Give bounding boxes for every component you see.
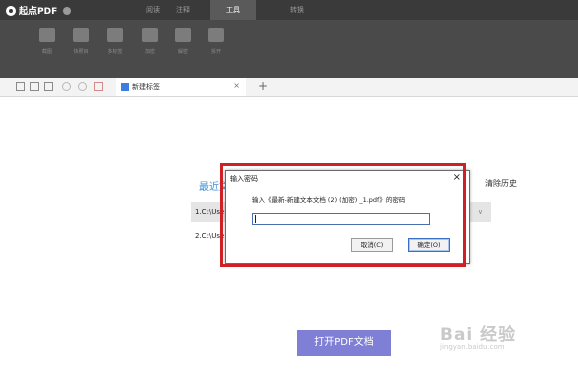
password-input[interactable] [252, 213, 430, 225]
tab-title: 新建标签 [132, 83, 160, 91]
add-tab-icon[interactable]: + [258, 79, 268, 93]
app-name: 起点PDF [19, 7, 58, 17]
undo-icon[interactable] [62, 82, 71, 91]
tool-split[interactable]: 拆开 [205, 28, 227, 55]
recent-file-path: 1.C:\Use [195, 208, 225, 216]
password-dialog: 输入密码 × 输入《最新-新建文本文档 (2) (加密) _1.pdf》的密码 … [225, 170, 470, 264]
close-tab-icon[interactable]: × [233, 81, 240, 90]
split-icon [208, 28, 224, 42]
recent-file-path: 2.C:\Use [195, 232, 225, 240]
tool-label: 截图 [41, 49, 52, 55]
watermark-url: jingyan.baidu.com [440, 343, 505, 351]
watermark: Bai 经验 jingyan.baidu.com [440, 320, 516, 351]
watermark-main: Bai 经验 [440, 325, 517, 345]
redo-icon[interactable] [78, 82, 87, 91]
chevron-down-icon[interactable]: ∨ [478, 202, 483, 222]
dialog-title: 输入密码 [230, 175, 258, 183]
text-cursor [255, 215, 256, 223]
password-prompt: 输入《最新-新建文本文档 (2) (加密) _1.pdf》的密码 [252, 196, 406, 204]
tool-snapshot[interactable]: 快照目 [70, 28, 92, 55]
title-bar: 起点PDF 阅读 注释 工具 转换 [0, 0, 578, 20]
ok-button[interactable]: 确定(O) [408, 238, 450, 252]
tool-label: 多标签 [107, 49, 123, 55]
tool-label: 加密 [144, 49, 155, 55]
tool-decrypt[interactable]: 解密 [172, 28, 194, 55]
scissors-icon [39, 28, 55, 42]
tab-convert[interactable]: 转换 [280, 0, 314, 20]
tab-tools[interactable]: 工具 [210, 0, 256, 20]
tools-toolbar: 截图 快照目 多标签 加密 解密 拆开 [0, 20, 578, 78]
save-icon[interactable] [30, 82, 39, 91]
tab-annotate[interactable]: 注释 [166, 0, 200, 20]
thumbnail-icon[interactable] [16, 82, 25, 91]
list-icon [73, 28, 89, 42]
tab-read[interactable]: 阅读 [136, 0, 170, 20]
unlock-icon [175, 28, 191, 42]
tool-screenshot[interactable]: 截图 [36, 28, 58, 55]
tool-label: 解密 [177, 49, 188, 55]
tool-label: 快照目 [73, 49, 89, 55]
clear-history-link[interactable]: 清除历史 [485, 178, 517, 189]
print-icon[interactable] [44, 82, 53, 91]
app-logo: 起点PDF [6, 4, 72, 17]
close-icon[interactable]: × [453, 172, 461, 183]
logo-icon [6, 5, 16, 16]
lock-icon [142, 28, 158, 42]
tool-encrypt[interactable]: 加密 [139, 28, 161, 55]
dropdown-icon[interactable] [94, 82, 103, 91]
open-pdf-button[interactable]: 打开PDF文档 [297, 330, 391, 356]
tool-multi-tab[interactable]: 多标签 [104, 28, 126, 55]
tool-label: 拆开 [210, 49, 221, 55]
account-icon[interactable] [63, 6, 72, 15]
document-icon [121, 83, 129, 91]
document-tab-bar: 新建标签 × + [0, 78, 578, 97]
cancel-button[interactable]: 取消(C) [351, 238, 393, 252]
pages-icon [107, 28, 123, 42]
tab-new[interactable]: 新建标签 × [116, 78, 246, 96]
